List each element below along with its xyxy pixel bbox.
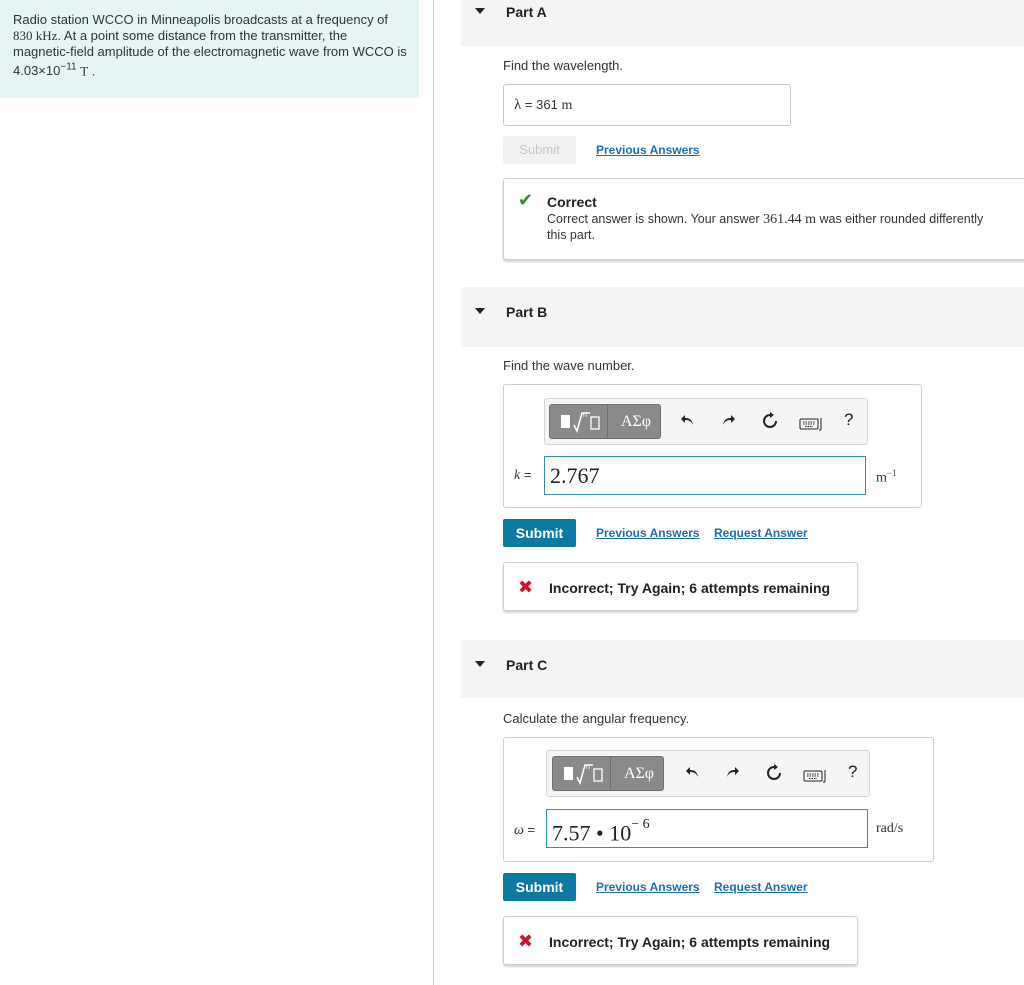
redo-icon[interactable] bbox=[721, 412, 737, 433]
problem-text-end: . bbox=[91, 63, 96, 79]
part-b-header[interactable]: Part B bbox=[461, 287, 1024, 347]
answer-unit: m bbox=[561, 98, 573, 113]
math-toolbar: n ΑΣφ ? bbox=[544, 398, 868, 445]
unit-label: rad/s bbox=[876, 821, 904, 836]
x-icon: ✖ bbox=[518, 577, 534, 597]
variable-label: k = bbox=[514, 467, 532, 483]
problem-amplitude: 4.03×10−11 bbox=[13, 62, 77, 79]
part-a-header[interactable]: Part A bbox=[461, 0, 1024, 46]
part-c-equation-editor: n ΑΣφ ? ω = 7.57 • 10− 6 rad/s bbox=[503, 737, 934, 862]
problem-frequency: 830 kHz bbox=[13, 28, 58, 43]
feedback-text: Correct answer is shown. Your answer 361… bbox=[547, 212, 984, 227]
feedback-title: Correct bbox=[547, 194, 597, 210]
part-a-prompt: Find the wavelength. bbox=[503, 58, 623, 73]
math-toolbar: n ΑΣφ ? bbox=[546, 750, 870, 797]
svg-text:n: n bbox=[583, 412, 587, 419]
part-c-previous-answers-link[interactable]: Previous Answers bbox=[596, 880, 700, 894]
answer-input[interactable]: 7.57 • 10− 6 bbox=[546, 809, 868, 848]
reset-icon[interactable] bbox=[765, 764, 783, 787]
undo-icon[interactable] bbox=[679, 412, 695, 433]
feedback-message: Incorrect; Try Again; 6 attempts remaini… bbox=[549, 934, 831, 950]
undo-icon[interactable] bbox=[684, 764, 700, 785]
help-icon[interactable]: ? bbox=[844, 410, 853, 430]
checkmark-icon: ✔ bbox=[518, 190, 534, 210]
problem-statement: Radio station WCCO in Minneapolis broadc… bbox=[0, 0, 419, 98]
feedback-message: Incorrect; Try Again; 6 attempts remaini… bbox=[549, 580, 831, 596]
answer-input[interactable]: 2.767 bbox=[544, 456, 866, 495]
part-b-submit-button[interactable]: Submit bbox=[503, 519, 576, 547]
part-b-title: Part B bbox=[506, 304, 548, 320]
variable-label: ω = bbox=[514, 822, 536, 838]
part-b-previous-answers-link[interactable]: Previous Answers bbox=[596, 526, 700, 540]
lambda-symbol: λ bbox=[514, 97, 522, 113]
unit-label: m−1 bbox=[876, 468, 897, 486]
part-c-title: Part C bbox=[506, 657, 548, 673]
greek-symbols-icon[interactable]: ΑΣφ bbox=[610, 405, 662, 438]
part-c-prompt: Calculate the angular frequency. bbox=[503, 711, 690, 726]
keyboard-icon[interactable] bbox=[799, 415, 825, 436]
answer-value: 361 bbox=[536, 97, 558, 112]
part-b-request-answer-link[interactable]: Request Answer bbox=[714, 526, 808, 540]
keyboard-icon[interactable] bbox=[803, 767, 829, 788]
part-a-answer-box: λ = 361 m bbox=[503, 84, 791, 126]
problem-amplitude-unit: T bbox=[80, 63, 89, 79]
answer-equals: = bbox=[524, 97, 533, 112]
greek-symbols-icon[interactable]: ΑΣφ bbox=[613, 757, 665, 790]
part-b-prompt: Find the wave number. bbox=[503, 358, 635, 373]
math-buttons: n ΑΣφ bbox=[552, 756, 664, 791]
template-sqrt-icon[interactable]: n bbox=[550, 405, 608, 438]
help-icon[interactable]: ? bbox=[848, 762, 857, 782]
collapse-triangle-icon[interactable] bbox=[475, 8, 485, 14]
svg-text:n: n bbox=[586, 764, 590, 771]
part-c-submit-button[interactable]: Submit bbox=[503, 873, 576, 901]
part-b-equation-editor: n ΑΣφ ? k = 2.767 m−1 bbox=[503, 384, 922, 508]
part-a-submit-button[interactable]: Submit bbox=[503, 136, 576, 164]
part-a-previous-answers-link[interactable]: Previous Answers bbox=[596, 143, 700, 157]
collapse-triangle-icon[interactable] bbox=[475, 661, 485, 667]
math-buttons: n ΑΣφ bbox=[549, 404, 661, 439]
part-a-title: Part A bbox=[506, 4, 547, 20]
x-icon: ✖ bbox=[518, 931, 534, 951]
panel-divider bbox=[433, 0, 434, 985]
part-b-feedback: ✖ Incorrect; Try Again; 6 attempts remai… bbox=[503, 562, 858, 611]
problem-text-1: Radio station WCCO in Minneapolis broadc… bbox=[13, 12, 389, 27]
part-c-feedback: ✖ Incorrect; Try Again; 6 attempts remai… bbox=[503, 916, 858, 965]
part-c-request-answer-link[interactable]: Request Answer bbox=[714, 880, 808, 894]
collapse-triangle-icon[interactable] bbox=[475, 308, 485, 314]
template-sqrt-icon[interactable]: n bbox=[553, 757, 611, 790]
part-a-feedback: ✔ Correct Correct answer is shown. Your … bbox=[503, 178, 1024, 260]
problem-text-2: . At a point some distance from the tran… bbox=[13, 28, 407, 59]
feedback-text-cont: this part. bbox=[547, 228, 595, 242]
reset-icon[interactable] bbox=[761, 412, 779, 435]
redo-icon[interactable] bbox=[725, 764, 741, 785]
part-c-header[interactable]: Part C bbox=[461, 640, 1024, 698]
